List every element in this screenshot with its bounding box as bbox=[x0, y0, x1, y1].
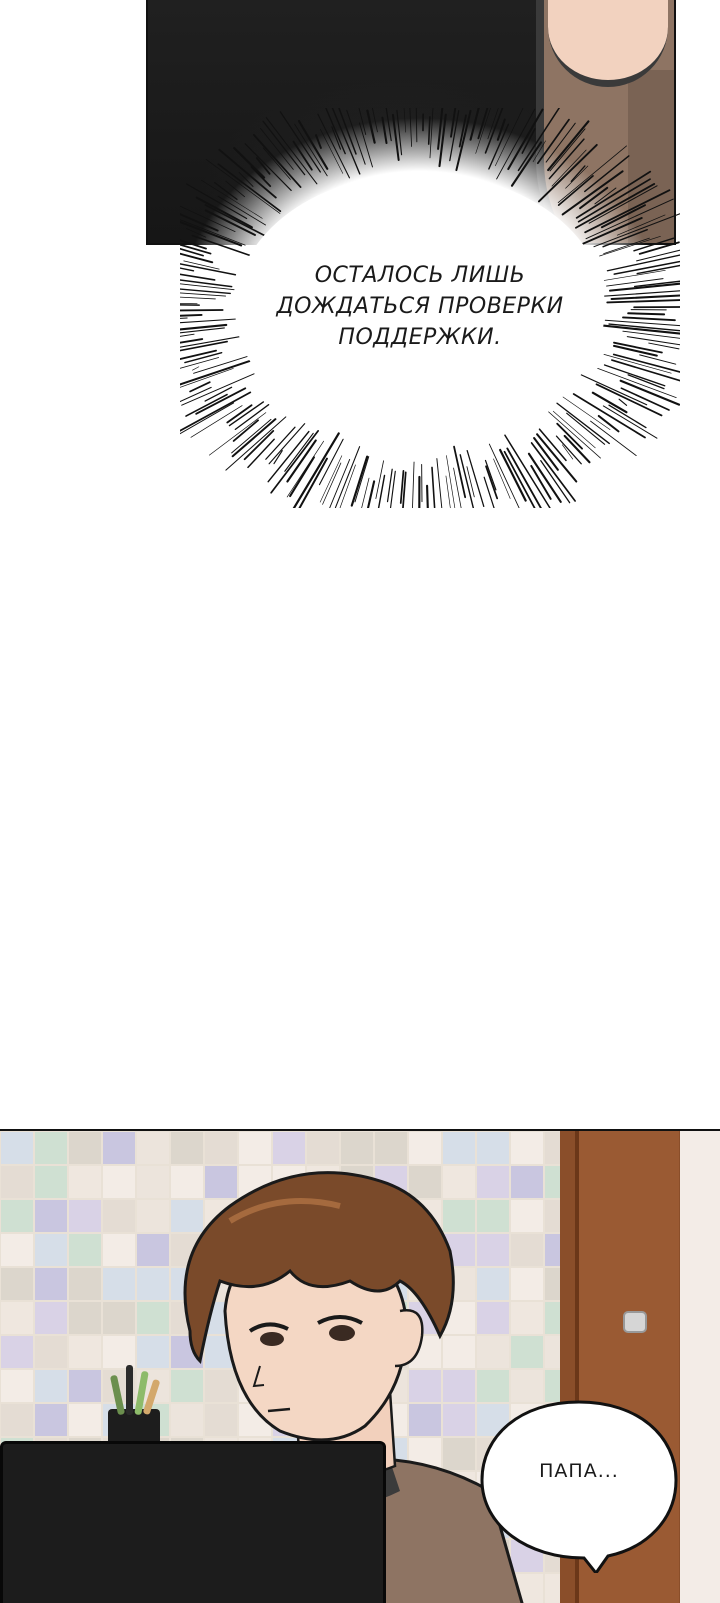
right-wall bbox=[680, 1131, 720, 1603]
wall-tile bbox=[69, 1302, 101, 1334]
burst-line bbox=[180, 309, 224, 312]
wall-tile bbox=[69, 1268, 101, 1300]
burst-line bbox=[627, 312, 666, 316]
wall-tile bbox=[273, 1132, 305, 1164]
wall-tile bbox=[35, 1302, 67, 1334]
wall-tile bbox=[375, 1132, 407, 1164]
computer-monitor bbox=[0, 1441, 386, 1603]
wall-tile bbox=[1, 1166, 33, 1198]
wall-tile bbox=[103, 1268, 135, 1300]
wall-tile bbox=[69, 1132, 101, 1164]
wall-tile bbox=[545, 1336, 560, 1368]
wall-tile bbox=[35, 1336, 67, 1368]
wall-tile bbox=[545, 1166, 560, 1198]
wall-tile bbox=[69, 1336, 101, 1368]
wall-tile bbox=[103, 1302, 135, 1334]
wall-tile bbox=[69, 1200, 101, 1232]
wall-tile bbox=[103, 1132, 135, 1164]
wall-tile bbox=[1, 1370, 33, 1402]
wall-tile bbox=[35, 1268, 67, 1300]
wall-tile bbox=[545, 1200, 560, 1232]
burst-caption: ОСТАЛОСЬ ЛИШЬ ДОЖДАТЬСЯ ПРОВЕРКИ ПОДДЕРЖ… bbox=[255, 260, 585, 353]
wall-tile bbox=[443, 1132, 475, 1164]
wall-tile bbox=[545, 1132, 560, 1164]
wall-tile bbox=[1, 1200, 33, 1232]
wall-tile bbox=[511, 1132, 543, 1164]
wall-tile bbox=[35, 1234, 67, 1266]
wall-tile bbox=[1, 1336, 33, 1368]
wall-tile bbox=[307, 1132, 339, 1164]
wall-tile bbox=[69, 1234, 101, 1266]
wall-tile bbox=[1, 1268, 33, 1300]
wall-tile bbox=[1, 1132, 33, 1164]
wall-tile bbox=[1, 1302, 33, 1334]
wall-tile bbox=[69, 1404, 101, 1436]
wall-tile bbox=[205, 1132, 237, 1164]
wall-tile bbox=[545, 1574, 560, 1603]
wall-tile bbox=[103, 1336, 135, 1368]
wall-tile bbox=[409, 1132, 441, 1164]
wall-tile bbox=[545, 1268, 560, 1300]
wall-tile bbox=[35, 1370, 67, 1402]
wall-tile bbox=[1, 1404, 33, 1436]
wall-tile bbox=[545, 1302, 560, 1334]
burst-line bbox=[584, 155, 630, 193]
burst-line bbox=[180, 304, 200, 306]
wall-tile bbox=[137, 1132, 169, 1164]
burst-caption-line: ПОДДЕРЖКИ. bbox=[338, 325, 502, 350]
wall-tile bbox=[103, 1166, 135, 1198]
wall-tile bbox=[545, 1234, 560, 1266]
pen bbox=[126, 1365, 133, 1415]
burst-line bbox=[426, 484, 429, 508]
burst-caption-line: ОСТАЛОСЬ ЛИШЬ bbox=[314, 263, 526, 288]
speech-bubble bbox=[480, 1400, 678, 1573]
door-handle-icon bbox=[623, 1311, 647, 1333]
wall-tile bbox=[69, 1370, 101, 1402]
wall-tile bbox=[35, 1404, 67, 1436]
wall-tile bbox=[35, 1132, 67, 1164]
wall-tile bbox=[35, 1200, 67, 1232]
wall-tile bbox=[341, 1132, 373, 1164]
wall-tile bbox=[103, 1234, 135, 1266]
speech-bubble-text: ПАПА... bbox=[539, 1460, 619, 1482]
wall-tile bbox=[171, 1132, 203, 1164]
wall-tile bbox=[103, 1200, 135, 1232]
burst-caption-line: ДОЖДАТЬСЯ ПРОВЕРКИ bbox=[276, 294, 564, 319]
wall-tile bbox=[69, 1166, 101, 1198]
wall-tile bbox=[239, 1132, 271, 1164]
wall-tile bbox=[1, 1234, 33, 1266]
burst-line bbox=[180, 386, 212, 403]
wall-tile bbox=[35, 1166, 67, 1198]
wall-tile bbox=[477, 1132, 509, 1164]
